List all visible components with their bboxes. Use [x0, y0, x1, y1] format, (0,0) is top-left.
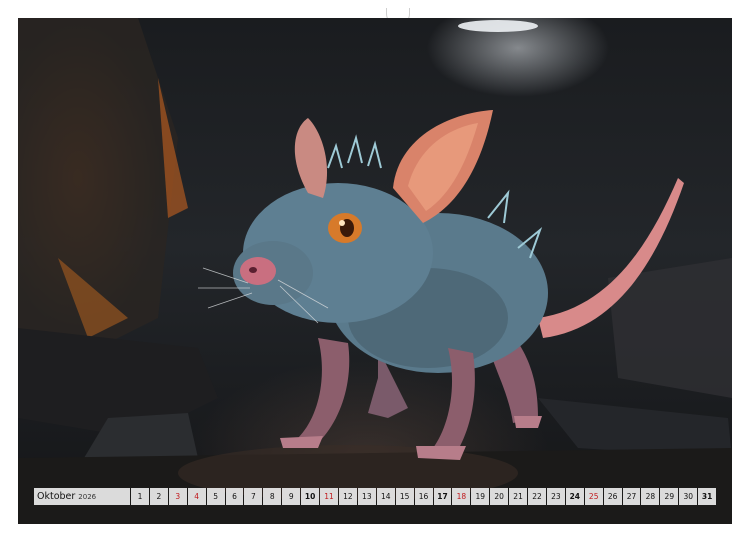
day-cell: 29: [660, 488, 679, 505]
day-cell: 27: [622, 488, 641, 505]
day-cell: 14: [376, 488, 395, 505]
day-cell: 28: [641, 488, 660, 505]
day-cell: 10: [301, 488, 320, 505]
day-cell: 17: [433, 488, 452, 505]
day-cell: 9: [282, 488, 301, 505]
year-label: 2026: [78, 492, 97, 501]
day-cell: 12: [338, 488, 357, 505]
day-cell: 26: [603, 488, 622, 505]
day-cell: 13: [357, 488, 376, 505]
day-cell: 7: [244, 488, 263, 505]
day-cell: 11: [320, 488, 338, 505]
day-cell: 18: [452, 488, 471, 505]
day-cell: 25: [584, 488, 603, 505]
day-cell: 23: [546, 488, 565, 505]
day-cell: 4: [187, 488, 206, 505]
creature-illustration: [18, 18, 732, 524]
day-cell: 3: [168, 488, 187, 505]
day-cell: 6: [225, 488, 244, 505]
calendar-photo: Oktober 2026 1 2 3 4 5 6 7 8 9 10 11 12 13 14 15 16 17 18…: [18, 18, 732, 524]
day-cell: 8: [263, 488, 282, 505]
day-cells: 1 2 3 4 5 6 7 8 9 10 11 12 13 14 15 16 17 18 19 20 21 22 23 24 2…: [131, 488, 717, 505]
day-cell: 5: [206, 488, 225, 505]
day-cell: 1: [131, 488, 149, 505]
month-label: Oktober 2026: [34, 488, 130, 505]
month-name: Oktober: [37, 491, 76, 502]
day-cell: 19: [471, 488, 490, 505]
day-cell: 24: [565, 488, 584, 505]
day-cell: 15: [395, 488, 414, 505]
day-cell: 22: [528, 488, 546, 505]
day-cell: 21: [509, 488, 528, 505]
calendar-strip: Oktober 2026 1 2 3 4 5 6 7 8 9 10 11 12 13 14 15 16 17 18…: [34, 488, 717, 505]
day-cell: 31: [698, 488, 717, 505]
day-cell: 2: [149, 488, 168, 505]
day-cell: 16: [414, 488, 433, 505]
day-cell: 20: [490, 488, 509, 505]
day-cell: 30: [679, 488, 698, 505]
